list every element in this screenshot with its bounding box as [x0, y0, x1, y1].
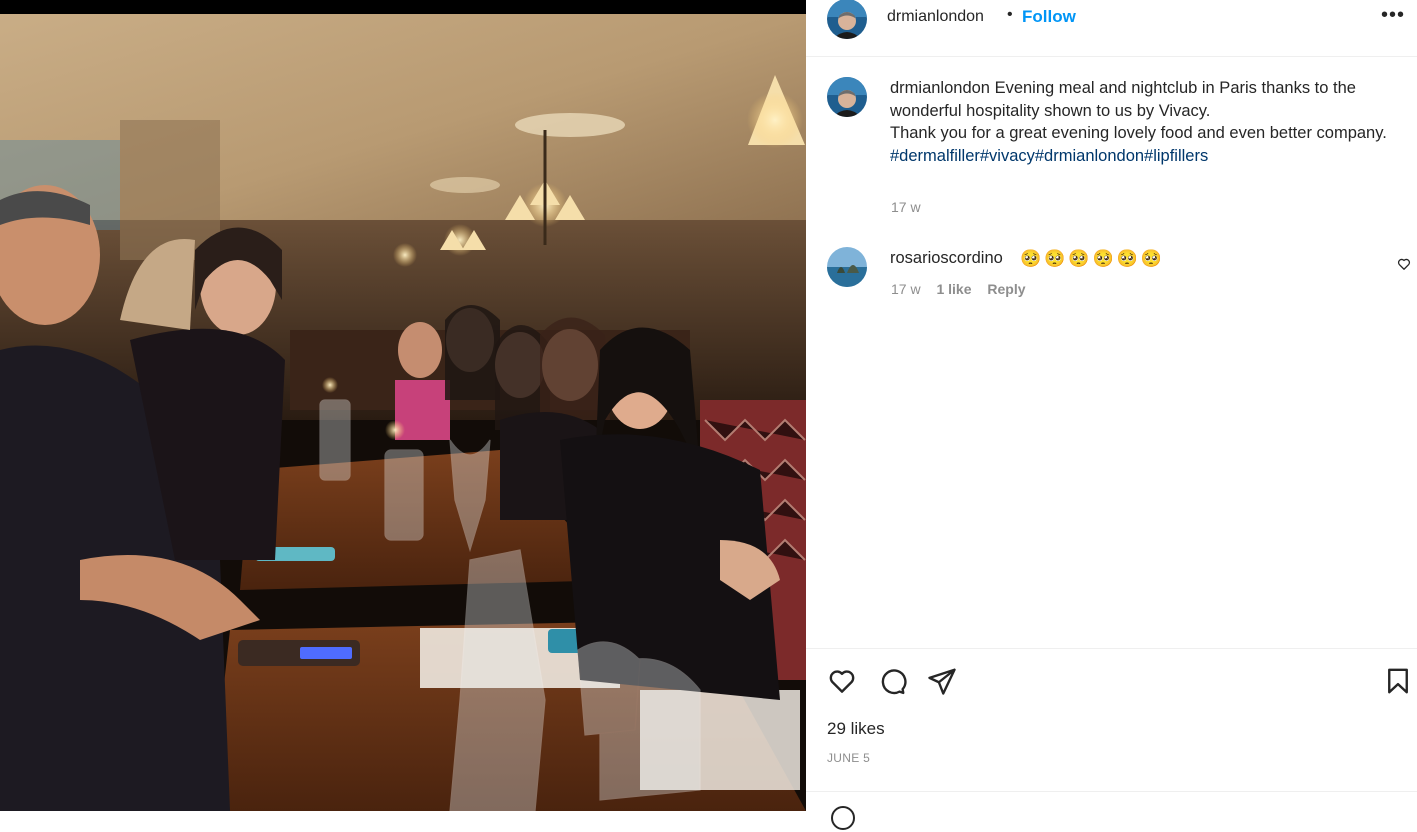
post-details-panel: drmianlondon • Follow ••• drmianlondon E…: [806, 0, 1417, 830]
post-caption: drmianlondon Evening meal and nightclub …: [890, 77, 1395, 167]
caption-hashtags[interactable]: #dermalfiller#vivacy#drmianlondon#lipfil…: [890, 147, 1208, 165]
emoji-icon[interactable]: [829, 804, 857, 832]
commenter-username[interactable]: rosarioscordino: [890, 249, 1003, 268]
comment-likes[interactable]: 1 like: [936, 281, 971, 297]
reply-button[interactable]: Reply: [987, 281, 1025, 297]
post-photo[interactable]: [0, 0, 806, 811]
caption-text-line2: Thank you for a great evening lovely foo…: [890, 124, 1387, 142]
author-avatar[interactable]: [827, 0, 867, 39]
divider: [806, 791, 1417, 792]
commenter-avatar[interactable]: [827, 247, 867, 287]
comment-text: 🥺🥺🥺🥺🥺🥺: [1020, 249, 1166, 268]
post-date: JUNE 5: [827, 751, 871, 765]
divider: [806, 648, 1417, 649]
comment-timestamp[interactable]: 17 w: [891, 281, 921, 297]
caption-avatar[interactable]: [827, 77, 867, 117]
post-header: drmianlondon • Follow •••: [806, 0, 1417, 57]
comment-meta: 17 w 1 like Reply: [891, 281, 1038, 297]
likes-count[interactable]: 29 likes: [827, 719, 885, 739]
bookmark-icon[interactable]: [1383, 666, 1413, 696]
follow-button[interactable]: Follow: [1022, 7, 1076, 27]
comment-heart-icon[interactable]: [1397, 257, 1411, 271]
comment-icon[interactable]: [877, 666, 907, 696]
heart-icon[interactable]: [827, 666, 857, 696]
author-username[interactable]: drmianlondon: [887, 8, 984, 26]
caption-timestamp[interactable]: 17 w: [891, 199, 921, 215]
more-icon[interactable]: •••: [1381, 4, 1405, 27]
post-photo-image: [0, 0, 806, 811]
share-icon[interactable]: [927, 666, 957, 696]
separator-dot: •: [1007, 6, 1013, 23]
caption-username[interactable]: drmianlondon: [890, 79, 990, 97]
